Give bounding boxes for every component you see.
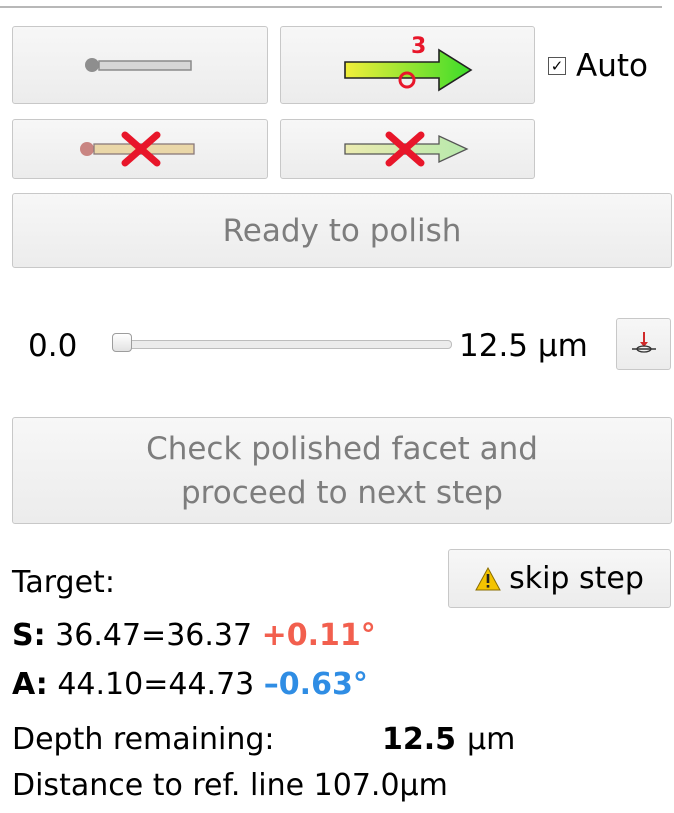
- a-delta: 0.63°: [278, 667, 368, 702]
- top-divider: [0, 6, 662, 8]
- arrow-direction-button[interactable]: 3: [280, 26, 535, 104]
- auto-checkbox[interactable]: ✓ Auto: [548, 48, 648, 84]
- ready-to-polish-button[interactable]: Ready to polish: [12, 193, 672, 268]
- arrow-badge: 3: [411, 35, 426, 59]
- warning-icon: [475, 566, 501, 590]
- slider-min-label: 0.0: [28, 328, 78, 364]
- target-a-row: A: 44.10=44.73 –0.63°: [12, 667, 368, 702]
- green-arrow-icon: 3: [343, 35, 473, 92]
- distance-value: 107.0: [313, 768, 400, 803]
- line-to-point-icon: [85, 58, 192, 72]
- s-delta: 0.11°: [286, 618, 376, 653]
- depth-slider-row: 0.0 12.5 µm: [28, 326, 674, 366]
- check-facet-label-line2: proceed to next step: [181, 474, 503, 511]
- depth-probe-icon: [631, 332, 656, 353]
- remove-line-button[interactable]: [12, 119, 268, 179]
- remove-arrow-button[interactable]: [280, 119, 535, 179]
- depth-unit: µm: [467, 722, 516, 757]
- target-label: Target:: [12, 565, 115, 600]
- depth-slider-thumb[interactable]: [112, 333, 132, 352]
- remove-arrow-icon: [343, 131, 469, 167]
- ready-to-polish-label: Ready to polish: [222, 212, 462, 249]
- skip-step-label: skip step: [509, 561, 644, 596]
- a-value: 44.10: [57, 667, 144, 702]
- depth-value: 12.5: [382, 722, 457, 757]
- remove-line-icon: [80, 131, 195, 167]
- check-facet-button[interactable]: Check polished facet and proceed to next…: [12, 417, 672, 524]
- slider-max-label: 12.5 µm: [459, 328, 588, 364]
- s-letter: S: [12, 618, 34, 653]
- a-letter: A: [12, 667, 36, 702]
- skip-step-button[interactable]: skip step: [448, 549, 671, 608]
- depth-probe-button[interactable]: [616, 318, 671, 370]
- target-s-row: S: 36.47=36.37 +0.11°: [12, 618, 376, 653]
- checkbox-check-icon[interactable]: ✓: [548, 57, 566, 75]
- distance-label: Distance to ref. line: [12, 768, 305, 803]
- auto-label: Auto: [576, 48, 648, 84]
- check-facet-label-line1: Check polished facet and: [146, 430, 538, 467]
- reference-line-button[interactable]: [12, 26, 268, 104]
- a-sign: –: [263, 667, 279, 702]
- distance-row: Distance to ref. line 107.0µm: [12, 768, 448, 803]
- depth-slider-track[interactable]: [114, 340, 452, 349]
- s-reference: 36.37: [166, 618, 253, 653]
- distance-unit: µm: [399, 768, 448, 803]
- depth-remaining-row: Depth remaining: 12.5 µm: [12, 722, 652, 762]
- s-value: 36.47: [55, 618, 142, 653]
- s-sign: +: [261, 618, 287, 653]
- a-reference: 44.73: [168, 667, 255, 702]
- depth-label: Depth remaining:: [12, 722, 275, 757]
